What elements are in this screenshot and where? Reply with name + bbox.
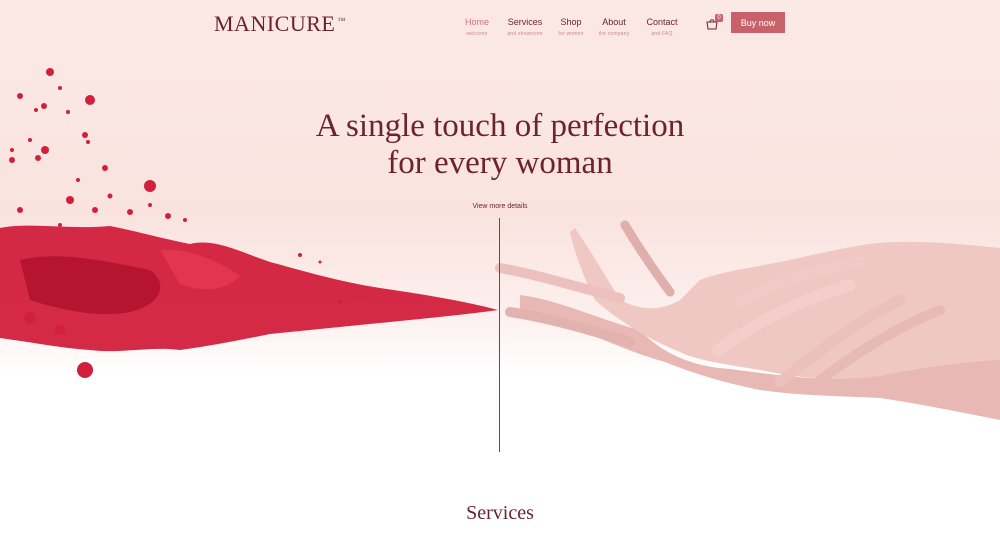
nav-about-label: About [602,17,626,27]
nav-services-sub: and showroom [507,31,543,37]
hero-title-line2: for every woman [387,145,613,181]
hands-image [495,220,1000,420]
nav-contact-sub: and FAQ [651,31,673,37]
nav-item-contact[interactable]: Contact and FAQ [640,17,684,37]
nav-item-services[interactable]: Services and showroom [500,17,550,37]
nav-about-sub: the company [598,31,630,37]
services-section-title: Services [466,502,534,524]
hero-divider-line [499,218,500,452]
cart-count-badge: 0 [715,14,723,22]
nav-contact-label: Contact [646,17,678,27]
nav-item-home[interactable]: Home welcome [458,17,496,37]
cart-button[interactable]: 0 [706,14,723,30]
nav-home-label: Home [464,17,489,27]
nav-services-label: Services [507,17,543,27]
nav-shop-label: Shop [560,17,582,27]
nav-item-about[interactable]: About the company [592,17,636,37]
nav-shop-sub: for women [558,31,584,37]
nav-home-sub: welcome [466,31,488,37]
hero-title-line1: A single touch of perfection [315,108,685,144]
hero-artwork [0,68,1000,420]
buy-now-button[interactable]: Buy now [731,12,785,33]
nav-item-shop[interactable]: Shop for women [552,17,590,37]
logo-text: MANICURE [214,11,336,36]
logo-trademark: ™ [337,15,346,25]
view-more-details-link[interactable]: View more details [440,203,560,210]
hero-title: A single touch of perfection for every w… [250,108,750,182]
brand-logo[interactable]: MANICURE ™ [214,11,346,37]
